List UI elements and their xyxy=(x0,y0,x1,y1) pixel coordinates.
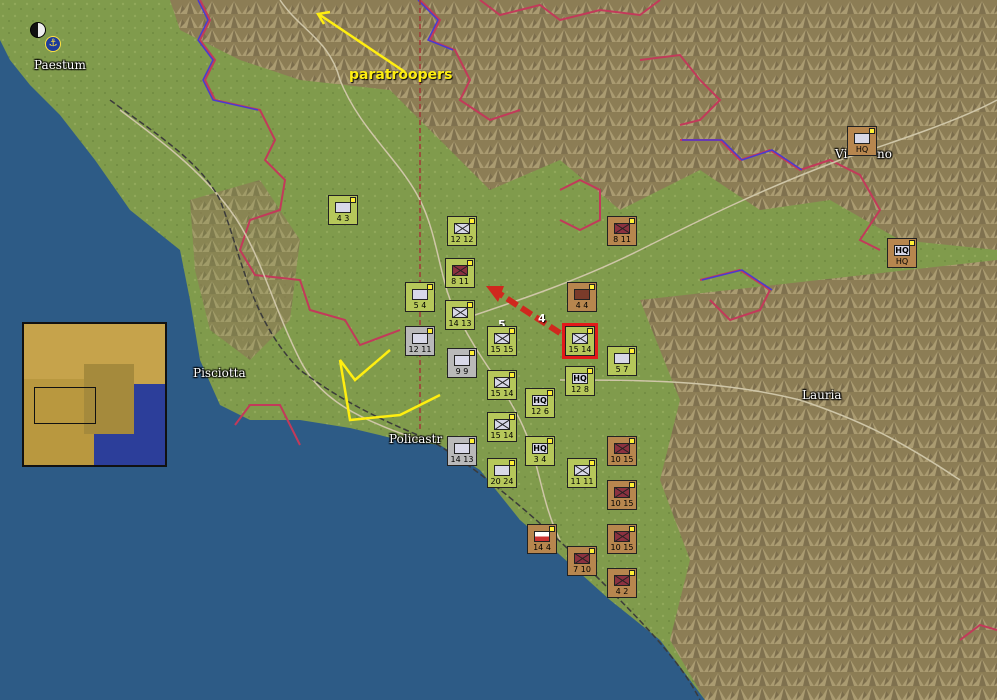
unit-counter[interactable]: 12 12 xyxy=(447,216,477,246)
minimap-viewport[interactable] xyxy=(34,387,96,424)
unit-counter[interactable]: 14 4 xyxy=(527,524,557,554)
status-pip xyxy=(547,390,553,396)
truck-icon xyxy=(854,133,870,144)
unit-counter[interactable]: 14 13 xyxy=(447,436,477,466)
status-pip xyxy=(587,328,593,334)
status-pip xyxy=(629,570,635,576)
status-pip xyxy=(509,414,515,420)
selected-unit-counter[interactable]: 15 14 xyxy=(562,323,598,359)
unit-counter[interactable]: 8 11 xyxy=(445,258,475,288)
status-pip xyxy=(547,438,553,444)
status-pip xyxy=(509,460,515,466)
unit-counter[interactable]: 20 24 xyxy=(487,458,517,488)
unit-counter[interactable]: HQ 3 4 xyxy=(525,436,555,466)
unit-counter[interactable]: 11 11 xyxy=(567,458,597,488)
status-pip xyxy=(629,482,635,488)
infantry-icon xyxy=(454,223,470,234)
status-pip xyxy=(509,372,515,378)
unit-counter[interactable]: 10 15 xyxy=(607,436,637,466)
artillery-icon xyxy=(574,289,590,300)
armor-icon xyxy=(614,531,630,542)
status-pip xyxy=(509,328,515,334)
recon-icon xyxy=(412,289,428,300)
unit-counter[interactable]: 4 3 xyxy=(328,195,358,225)
armor-icon xyxy=(614,487,630,498)
armor-icon xyxy=(614,575,630,586)
unit-counter[interactable]: 5 7 xyxy=(607,346,637,376)
place-label-policastro: Policastr xyxy=(389,432,443,446)
armor-icon xyxy=(494,465,510,476)
flag-icon xyxy=(534,531,550,542)
place-label-vibonati: Vi xyxy=(835,147,848,161)
unit-counter[interactable]: 10 15 xyxy=(607,524,637,554)
armor-icon xyxy=(454,355,470,366)
status-pip xyxy=(589,284,595,290)
infantry-icon xyxy=(452,307,468,318)
status-pip xyxy=(869,128,875,134)
infantry-icon xyxy=(494,333,510,344)
status-pip xyxy=(467,302,473,308)
unit-counter[interactable]: HQ xyxy=(847,126,877,156)
armor-icon xyxy=(574,553,590,564)
status-pip xyxy=(589,548,595,554)
place-label-paestum: Paestum xyxy=(34,58,86,72)
unit-counter[interactable]: 12 11 xyxy=(405,326,435,356)
status-pip xyxy=(469,350,475,356)
armor-icon xyxy=(454,443,470,454)
recon-icon xyxy=(335,202,351,213)
status-pip xyxy=(629,218,635,224)
status-pip xyxy=(629,348,635,354)
unit-counter[interactable]: HQ 12 8 xyxy=(565,366,595,396)
hq-icon: HQ xyxy=(532,395,548,406)
place-label-lauria: Lauria xyxy=(802,388,842,402)
status-pip xyxy=(467,260,473,266)
status-pip xyxy=(589,460,595,466)
infantry-icon xyxy=(572,333,588,344)
mountain-region-east xyxy=(640,260,997,700)
unit-counter[interactable]: 15 14 xyxy=(487,370,517,400)
day-night-icon[interactable] xyxy=(30,22,46,38)
unit-counter[interactable]: HQ HQ xyxy=(887,238,917,268)
status-pip xyxy=(549,526,555,532)
unit-counter[interactable]: 15 15 xyxy=(487,326,517,356)
status-pip xyxy=(469,438,475,444)
unit-counter[interactable]: 8 11 xyxy=(607,216,637,246)
unit-counter[interactable]: 10 15 xyxy=(607,480,637,510)
move-cost-4: 4 xyxy=(538,312,546,325)
hq-icon: HQ xyxy=(572,373,588,384)
infantry-icon xyxy=(574,465,590,476)
unit-counter[interactable]: HQ 12 6 xyxy=(525,388,555,418)
unit-counter[interactable]: 5 4 xyxy=(405,282,435,312)
infantry-icon xyxy=(494,377,510,388)
hq-icon: HQ xyxy=(532,443,548,454)
status-pip xyxy=(427,328,433,334)
armor-icon xyxy=(614,223,630,234)
paratroopers-annotation: paratroopers xyxy=(349,67,453,83)
minimap[interactable] xyxy=(22,322,167,467)
recon-icon xyxy=(614,353,630,364)
unit-counter[interactable]: 4 4 xyxy=(567,282,597,312)
unit-counter[interactable]: 15 14 xyxy=(487,412,517,442)
artillery-icon xyxy=(412,333,428,344)
unit-counter[interactable]: 9 9 xyxy=(447,348,477,378)
status-pip xyxy=(427,284,433,290)
unit-counter[interactable]: 4 2 xyxy=(607,568,637,598)
place-label-pisciotta: Pisciotta xyxy=(193,366,246,380)
hq-icon: HQ xyxy=(894,245,910,256)
status-pip xyxy=(350,197,356,203)
unit-counter[interactable]: 14 13 xyxy=(445,300,475,330)
port-anchor-icon[interactable]: ⚓ xyxy=(45,36,61,52)
status-pip xyxy=(909,240,915,246)
armor-icon xyxy=(614,443,630,454)
place-label-vibonati-end: no xyxy=(877,147,892,161)
status-pip xyxy=(629,438,635,444)
armor-icon xyxy=(452,265,468,276)
status-pip xyxy=(469,218,475,224)
status-pip xyxy=(587,368,593,374)
infantry-icon xyxy=(494,419,510,430)
status-pip xyxy=(629,526,635,532)
unit-counter[interactable]: 7 10 xyxy=(567,546,597,576)
